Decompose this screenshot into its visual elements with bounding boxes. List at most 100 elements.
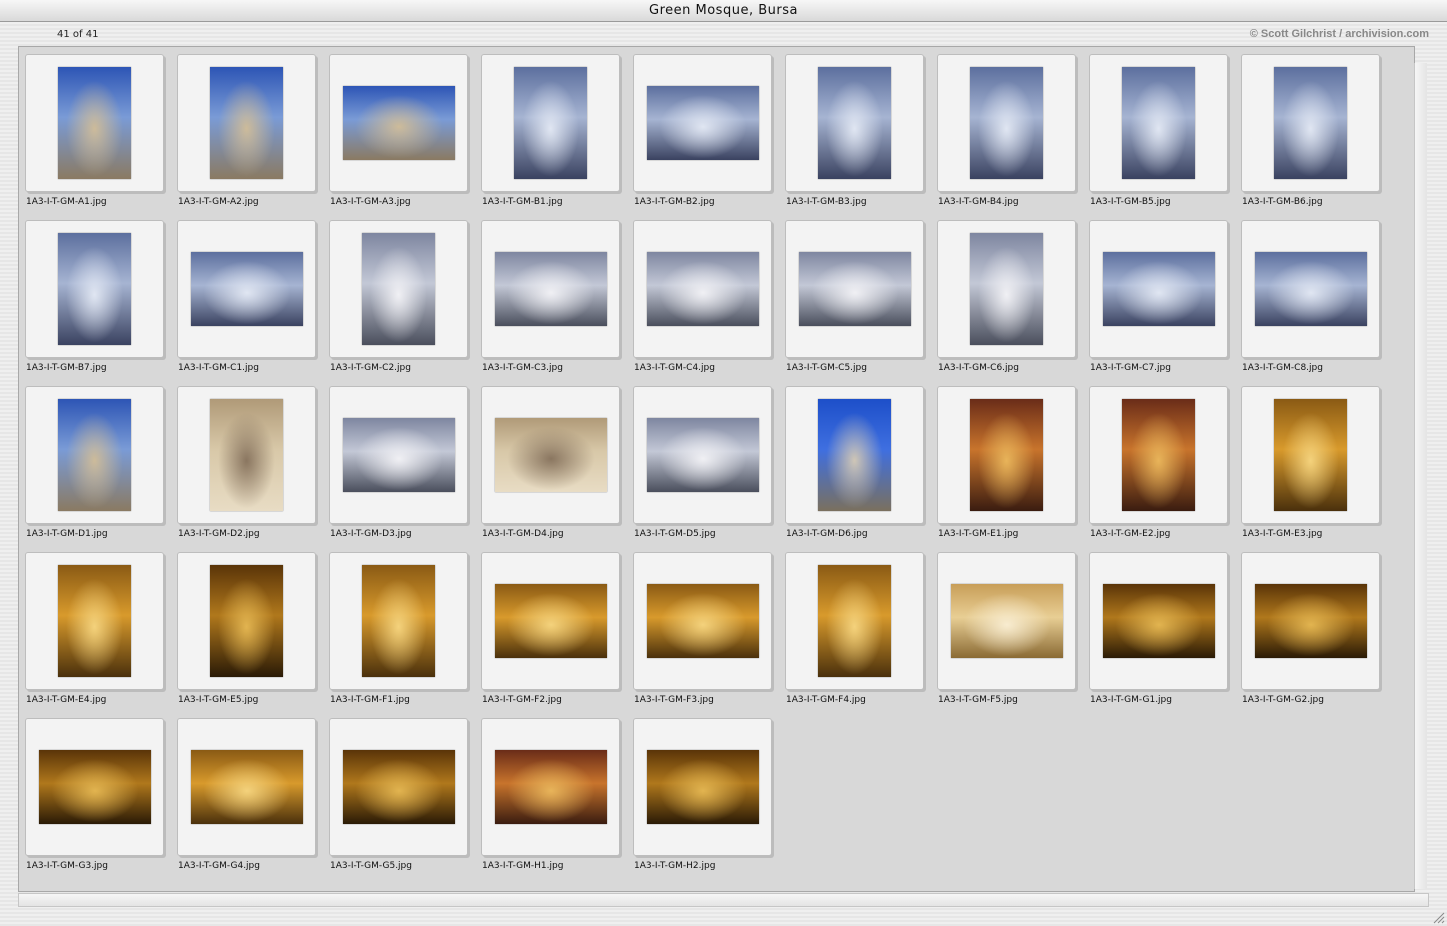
- slide-frame: [329, 718, 468, 856]
- thumbnail-image: [191, 252, 303, 326]
- thumbnail-item[interactable]: 1A3-I-T-GM-C2.jpg: [329, 220, 481, 380]
- thumbnail-image: [362, 233, 435, 345]
- slide-frame: [1241, 552, 1380, 690]
- thumbnail-item[interactable]: 1A3-I-T-GM-B6.jpg: [1241, 54, 1393, 214]
- thumbnail-filename: 1A3-I-T-GM-B6.jpg: [1242, 197, 1323, 207]
- thumbnail-item[interactable]: 1A3-I-T-GM-C7.jpg: [1089, 220, 1241, 380]
- thumbnail-image: [1255, 252, 1367, 326]
- thumbnail-item[interactable]: 1A3-I-T-GM-F5.jpg: [937, 552, 1089, 712]
- thumbnail-item[interactable]: 1A3-I-T-GM-H2.jpg: [633, 718, 785, 878]
- slide-frame: [1241, 220, 1380, 358]
- thumbnail-item[interactable]: 1A3-I-T-GM-C5.jpg: [785, 220, 937, 380]
- thumbnail-image: [970, 67, 1043, 179]
- horizontal-scrollbar[interactable]: [18, 893, 1429, 907]
- thumbnail-item[interactable]: 1A3-I-T-GM-D4.jpg: [481, 386, 633, 546]
- thumbnail-image: [210, 399, 283, 511]
- slide-frame: [1089, 220, 1228, 358]
- thumbnail-item[interactable]: 1A3-I-T-GM-A3.jpg: [329, 54, 481, 214]
- thumbnail-filename: 1A3-I-T-GM-F2.jpg: [482, 695, 562, 705]
- thumbnail-item[interactable]: 1A3-I-T-GM-F3.jpg: [633, 552, 785, 712]
- thumbnail-filename: 1A3-I-T-GM-C6.jpg: [938, 363, 1019, 373]
- thumbnail-image: [818, 565, 891, 677]
- thumbnail-item[interactable]: 1A3-I-T-GM-G3.jpg: [25, 718, 177, 878]
- thumbnail-item[interactable]: 1A3-I-T-GM-C4.jpg: [633, 220, 785, 380]
- thumbnail-item[interactable]: 1A3-I-T-GM-D3.jpg: [329, 386, 481, 546]
- thumbnail-item[interactable]: 1A3-I-T-GM-D2.jpg: [177, 386, 329, 546]
- thumbnail-item[interactable]: 1A3-I-T-GM-G5.jpg: [329, 718, 481, 878]
- thumbnail-image: [1103, 252, 1215, 326]
- thumbnail-item[interactable]: 1A3-I-T-GM-E5.jpg: [177, 552, 329, 712]
- thumbnail-image: [58, 233, 131, 345]
- thumbnail-item[interactable]: 1A3-I-T-GM-G1.jpg: [1089, 552, 1241, 712]
- thumbnail-filename: 1A3-I-T-GM-B5.jpg: [1090, 197, 1171, 207]
- thumbnail-item[interactable]: 1A3-I-T-GM-D6.jpg: [785, 386, 937, 546]
- thumbnail-item[interactable]: 1A3-I-T-GM-B2.jpg: [633, 54, 785, 214]
- thumbnail-item[interactable]: 1A3-I-T-GM-A2.jpg: [177, 54, 329, 214]
- thumbnail-image: [799, 252, 911, 326]
- thumbnail-item[interactable]: 1A3-I-T-GM-B5.jpg: [1089, 54, 1241, 214]
- thumbnail-image: [362, 565, 435, 677]
- thumbnail-image: [343, 418, 455, 492]
- slide-frame: [1089, 386, 1228, 524]
- thumbnail-item[interactable]: 1A3-I-T-GM-F4.jpg: [785, 552, 937, 712]
- thumbnail-image: [647, 252, 759, 326]
- thumbnail-image: [58, 67, 131, 179]
- slide-frame: [633, 386, 772, 524]
- thumbnail-image: [970, 399, 1043, 511]
- thumbnail-item[interactable]: 1A3-I-T-GM-D5.jpg: [633, 386, 785, 546]
- thumbnail-item[interactable]: 1A3-I-T-GM-B3.jpg: [785, 54, 937, 214]
- slide-frame: [785, 552, 924, 690]
- thumbnail-image: [818, 399, 891, 511]
- thumbnail-image: [1274, 67, 1347, 179]
- thumbnail-filename: 1A3-I-T-GM-F4.jpg: [786, 695, 866, 705]
- slide-frame: [177, 552, 316, 690]
- resize-grip-icon[interactable]: [1431, 910, 1445, 924]
- thumbnail-image: [58, 399, 131, 511]
- thumbnail-filename: 1A3-I-T-GM-H2.jpg: [634, 861, 716, 871]
- thumbnail-image: [495, 584, 607, 658]
- slide-frame: [937, 386, 1076, 524]
- copyright-credit: © Scott Gilchrist / archivision.com: [1249, 28, 1429, 40]
- thumbnail-filename: 1A3-I-T-GM-D5.jpg: [634, 529, 716, 539]
- thumbnail-item[interactable]: 1A3-I-T-GM-E4.jpg: [25, 552, 177, 712]
- thumbnail-filename: 1A3-I-T-GM-C3.jpg: [482, 363, 563, 373]
- thumbnail-item[interactable]: 1A3-I-T-GM-F2.jpg: [481, 552, 633, 712]
- thumbnail-filename: 1A3-I-T-GM-D3.jpg: [330, 529, 412, 539]
- thumbnail-item[interactable]: 1A3-I-T-GM-C6.jpg: [937, 220, 1089, 380]
- slide-frame: [633, 718, 772, 856]
- slide-frame: [329, 54, 468, 192]
- thumbnail-item[interactable]: 1A3-I-T-GM-F1.jpg: [329, 552, 481, 712]
- vertical-scrollbar[interactable]: [1414, 63, 1427, 889]
- thumbnail-item[interactable]: 1A3-I-T-GM-B4.jpg: [937, 54, 1089, 214]
- thumbnail-image: [647, 750, 759, 824]
- thumbnail-item[interactable]: 1A3-I-T-GM-E2.jpg: [1089, 386, 1241, 546]
- thumbnail-item[interactable]: 1A3-I-T-GM-B1.jpg: [481, 54, 633, 214]
- slide-frame: [481, 718, 620, 856]
- thumbnail-item[interactable]: 1A3-I-T-GM-A1.jpg: [25, 54, 177, 214]
- thumbnail-image: [495, 750, 607, 824]
- thumbnail-filename: 1A3-I-T-GM-C1.jpg: [178, 363, 259, 373]
- thumbnail-item[interactable]: 1A3-I-T-GM-D1.jpg: [25, 386, 177, 546]
- thumbnail-grid: 1A3-I-T-GM-A1.jpg 1A3-I-T-GM-A2.jpg 1A3-I-…: [18, 46, 1415, 892]
- thumbnail-filename: 1A3-I-T-GM-E1.jpg: [938, 529, 1019, 539]
- thumbnail-item[interactable]: 1A3-I-T-GM-B7.jpg: [25, 220, 177, 380]
- thumbnail-filename: 1A3-I-T-GM-G2.jpg: [1242, 695, 1324, 705]
- thumbnail-item[interactable]: 1A3-I-T-GM-C8.jpg: [1241, 220, 1393, 380]
- thumbnail-item[interactable]: 1A3-I-T-GM-C3.jpg: [481, 220, 633, 380]
- thumbnail-image: [495, 418, 607, 492]
- thumbnail-filename: 1A3-I-T-GM-G4.jpg: [178, 861, 260, 871]
- thumbnail-filename: 1A3-I-T-GM-A2.jpg: [178, 197, 259, 207]
- thumbnail-item[interactable]: 1A3-I-T-GM-C1.jpg: [177, 220, 329, 380]
- thumbnail-filename: 1A3-I-T-GM-D1.jpg: [26, 529, 108, 539]
- slide-frame: [25, 220, 164, 358]
- thumbnail-filename: 1A3-I-T-GM-B4.jpg: [938, 197, 1019, 207]
- thumbnail-filename: 1A3-I-T-GM-C2.jpg: [330, 363, 411, 373]
- thumbnail-filename: 1A3-I-T-GM-B3.jpg: [786, 197, 867, 207]
- thumbnail-filename: 1A3-I-T-GM-B1.jpg: [482, 197, 563, 207]
- thumbnail-item[interactable]: 1A3-I-T-GM-E1.jpg: [937, 386, 1089, 546]
- thumbnail-filename: 1A3-I-T-GM-H1.jpg: [482, 861, 564, 871]
- thumbnail-item[interactable]: 1A3-I-T-GM-G2.jpg: [1241, 552, 1393, 712]
- thumbnail-item[interactable]: 1A3-I-T-GM-G4.jpg: [177, 718, 329, 878]
- thumbnail-item[interactable]: 1A3-I-T-GM-H1.jpg: [481, 718, 633, 878]
- thumbnail-item[interactable]: 1A3-I-T-GM-E3.jpg: [1241, 386, 1393, 546]
